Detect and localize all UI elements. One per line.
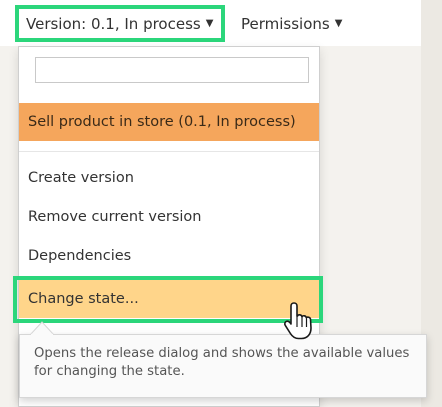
create-version-item[interactable]: Create version xyxy=(19,159,319,197)
dependencies-item[interactable]: Dependencies xyxy=(19,237,319,275)
current-version-item[interactable]: Sell product in store (0.1, In process) xyxy=(19,103,319,141)
create-version-label: Create version xyxy=(28,170,134,186)
version-menu-highlight-frame xyxy=(15,5,225,42)
dropdown-search-input[interactable] xyxy=(35,57,309,83)
permissions-menu-label: Permissions xyxy=(241,15,330,33)
change-state-highlight-frame xyxy=(13,276,323,323)
tooltip-arrow xyxy=(30,321,54,335)
hand-pointer-icon xyxy=(284,302,312,340)
permissions-menu-button[interactable]: Permissions ▼ xyxy=(241,12,342,36)
change-state-tooltip: Opens the release dialog and shows the a… xyxy=(19,334,427,398)
remove-current-version-label: Remove current version xyxy=(28,209,202,225)
caret-down-icon: ▼ xyxy=(334,18,343,29)
dependencies-label: Dependencies xyxy=(28,248,132,264)
tooltip-text: Opens the release dialog and shows the a… xyxy=(34,346,410,379)
current-version-label: Sell product in store (0.1, In process) xyxy=(28,114,296,130)
remove-current-version-item[interactable]: Remove current version xyxy=(19,198,319,236)
menu-divider xyxy=(19,151,319,152)
